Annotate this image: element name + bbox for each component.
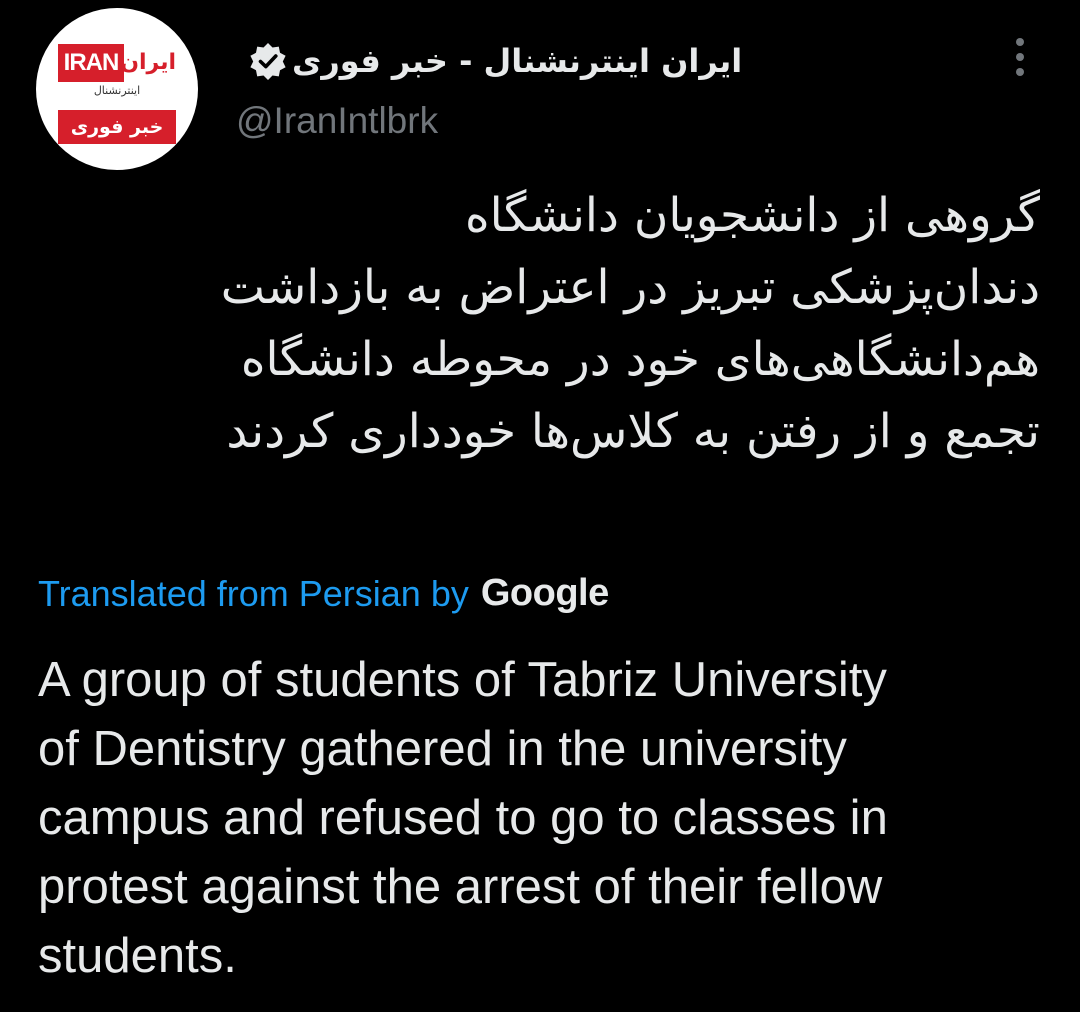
- logo-breaking-badge: خبر فوری: [58, 110, 176, 144]
- tweet-text-persian: گروهی از دانشجویان دانشگاه دندان‌پزشکی ت…: [30, 180, 1040, 468]
- logo-fa-text: ایران: [120, 44, 176, 82]
- tweet-text-translated: A group of students of Tabriz University…: [38, 646, 1048, 991]
- avatar[interactable]: IRAN ایران اینترنشنال خبر فوری: [36, 8, 198, 170]
- translated-text-line: campus and refused to go to classes in: [38, 791, 888, 845]
- translated-text-line: of Dentistry gathered in the university: [38, 722, 847, 776]
- user-handle[interactable]: @IranIntlbrk: [236, 100, 438, 142]
- tweet-text-line: دندان‌پزشکی تبریز در اعتراض به بازداشت: [220, 260, 1040, 315]
- translation-attribution: Translated from Persian by Google: [38, 572, 609, 615]
- translated-text-line: students.: [38, 929, 237, 983]
- google-logo: Google: [480, 572, 609, 614]
- iran-international-logo: IRAN ایران: [58, 44, 176, 82]
- tweet[interactable]: IRAN ایران اینترنشنال خبر فوری ایران این…: [0, 0, 1080, 1012]
- tweet-text-line: هم‌دانشگاهی‌های خود در محوطه دانشگاه: [240, 332, 1040, 387]
- author-name-row[interactable]: ایران اینترنشنال - خبر فوری: [236, 36, 742, 86]
- verified-badge-icon: [250, 43, 286, 80]
- logo-sub-text: اینترنشنال: [93, 84, 141, 97]
- display-name[interactable]: ایران اینترنشنال - خبر فوری: [292, 42, 742, 80]
- more-options-icon[interactable]: [1002, 34, 1038, 80]
- translated-text-line: protest against the arrest of their fell…: [38, 860, 883, 914]
- tweet-text-line: گروهی از دانشجویان دانشگاه: [465, 188, 1040, 243]
- logo-en-text: IRAN: [58, 44, 124, 82]
- translated-from-link[interactable]: Translated from Persian by: [38, 573, 469, 615]
- translated-text-line: A group of students of Tabriz University: [38, 653, 887, 707]
- tweet-text-line: تجمع و از رفتن به کلاس‌ها خودداری کردند: [226, 404, 1040, 459]
